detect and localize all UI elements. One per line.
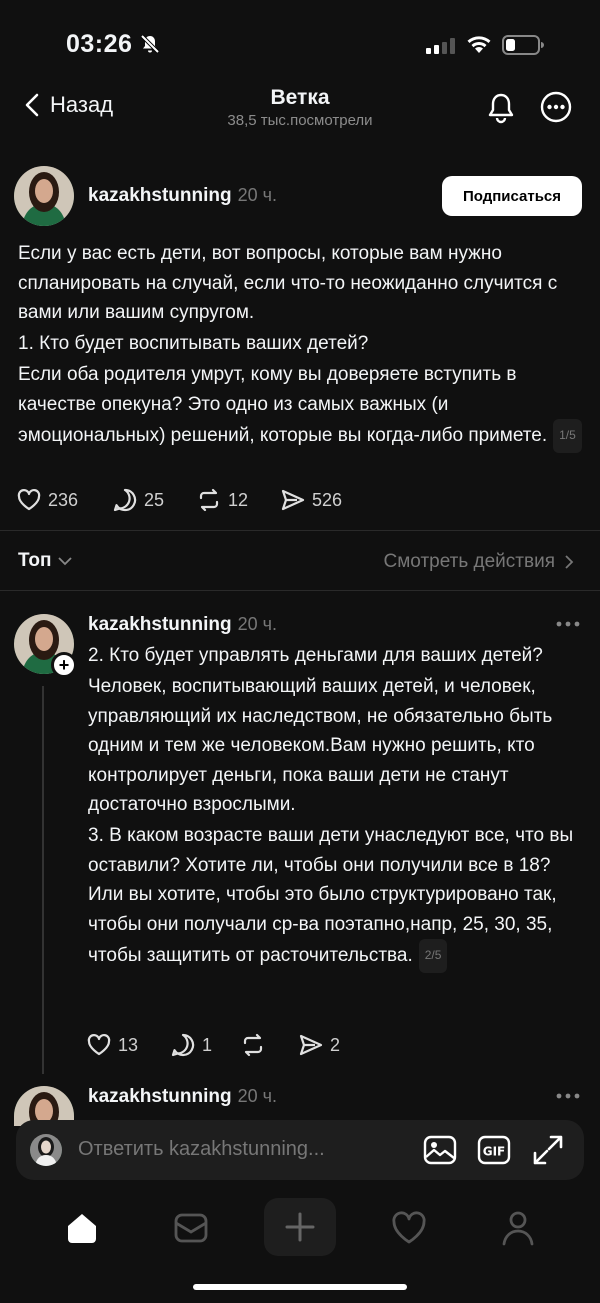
heart-icon [17,489,41,511]
plus-icon [285,1212,315,1242]
reply-paragraph: Человек, воспитывающий ваших детей, и че… [88,676,553,815]
like-button[interactable]: 236 [16,487,112,513]
follow-button[interactable]: Подписаться [442,176,582,216]
repost-icon [243,1033,263,1057]
send-icon [281,489,305,511]
gif-icon[interactable]: GIF [476,1132,512,1168]
thread-pager: 1/5 [553,419,582,453]
comment-icon [113,488,137,512]
reply-paragraph: 3. В каком возрасте ваши дети унаследуют… [88,821,582,973]
thread-pager: 2/5 [418,939,448,973]
home-icon[interactable] [62,1208,102,1248]
repost-button[interactable]: 12 [196,487,280,513]
heart-icon[interactable] [389,1208,429,1248]
home-indicator[interactable] [193,1284,407,1290]
bell-icon[interactable] [486,92,516,124]
reply-paragraph: 2. Кто будет управлять деньгами для ваши… [88,645,543,666]
expand-icon[interactable] [530,1132,566,1168]
post-time: 20 ч. [237,185,277,205]
reply-time: 20 ч. [237,614,277,634]
username[interactable]: kazakhstunning [88,185,232,206]
more-options-icon[interactable] [555,1092,581,1100]
reply-actions: 13 1 2 [86,1032,340,1058]
share-count: 2 [330,1034,341,1055]
follow-plus-button[interactable]: + [51,652,77,678]
username[interactable]: kazakhstunning [88,1086,232,1107]
thread-line [42,686,44,1074]
reply-body: 2. Кто будет управлять деньгами для ваши… [88,641,582,974]
profile-icon[interactable] [498,1208,538,1248]
post-paragraph: Если оба родителя умрут, кому вы доверяе… [18,360,584,453]
avatar[interactable] [14,166,74,226]
reply-button[interactable]: 1 [170,1032,240,1058]
avatar-image [30,1134,62,1166]
like-count: 236 [48,489,79,510]
post-body: Если у вас есть дети, вот вопросы, котор… [18,239,584,454]
repost-button[interactable] [240,1032,298,1058]
avatar-image [14,166,74,226]
reply-time: 20 ч. [237,1086,277,1106]
reply-count: 1 [202,1034,213,1055]
share-button[interactable]: 526 [280,487,342,513]
reply-count: 25 [144,489,165,510]
battery-icon [502,35,544,55]
compose-button[interactable] [264,1198,336,1256]
see-actions-link[interactable]: Смотреть действия [384,551,574,573]
cellular-signal-icon [426,38,455,54]
heart-icon [87,1034,111,1056]
silent-mode-icon [140,34,160,54]
more-options-icon[interactable] [540,91,572,123]
svg-text:GIF: GIF [483,1145,506,1159]
more-options-icon[interactable] [555,620,581,628]
username[interactable]: kazakhstunning [88,614,232,635]
share-button[interactable]: 2 [298,1032,340,1058]
status-time: 03:26 [66,30,133,58]
send-icon [299,1034,323,1056]
post-paragraph: Если у вас есть дети, вот вопросы, котор… [18,243,558,323]
image-gallery-icon[interactable] [422,1132,458,1168]
chevron-right-icon [565,555,574,569]
sort-label: Топ [18,550,52,571]
sort-dropdown[interactable]: Топ [18,550,72,572]
divider [0,590,600,591]
reply-button[interactable]: 25 [112,487,196,513]
see-actions-label: Смотреть действия [383,551,555,572]
post-paragraph: 1. Кто будет воспитывать ваших детей? [18,333,369,354]
post-actions: 236 25 12 526 [16,487,342,513]
inbox-icon[interactable] [171,1208,211,1248]
chevron-down-icon [57,557,72,566]
divider [0,530,600,531]
repost-icon [199,488,219,512]
post-author[interactable]: kazakhstunning 20 ч. [88,185,277,207]
comment-icon [171,1033,195,1057]
avatar [30,1134,62,1166]
reply-input[interactable]: Ответить kazakhstunning... [78,1138,325,1161]
like-count: 13 [118,1034,139,1055]
share-count: 526 [312,489,343,510]
wifi-icon [467,36,491,53]
like-button[interactable]: 13 [86,1032,170,1058]
repost-count: 12 [228,489,249,510]
reply-author[interactable]: kazakhstunning 20 ч. [88,614,277,636]
reply-author[interactable]: kazakhstunning 20 ч. [88,1086,277,1108]
